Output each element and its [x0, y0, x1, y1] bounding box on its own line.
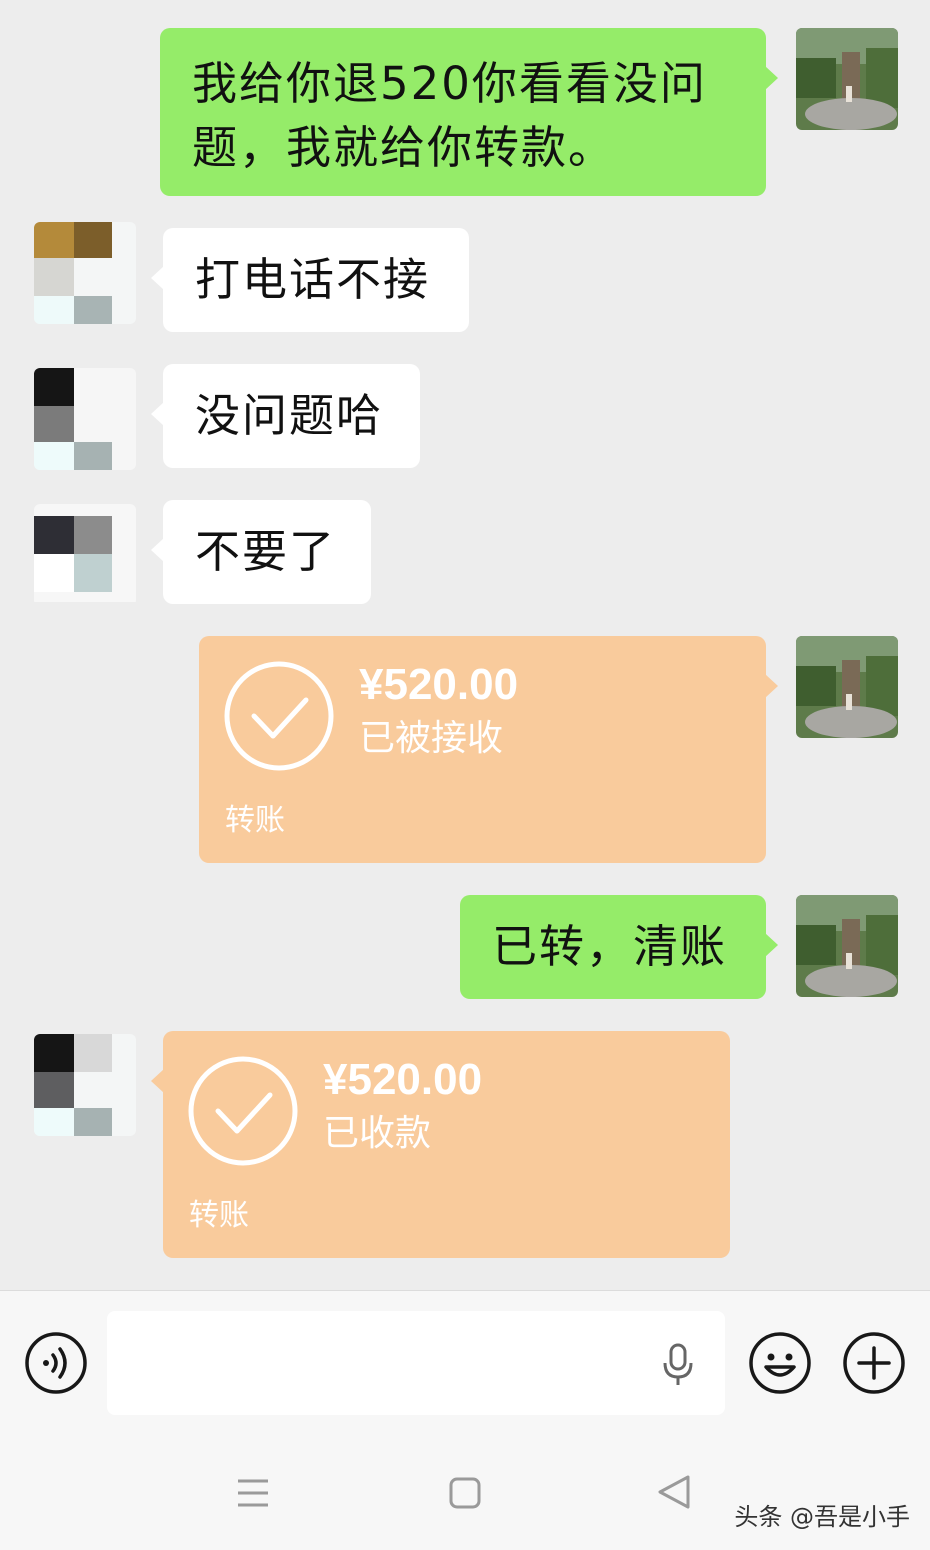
my-avatar[interactable]: [796, 895, 898, 997]
voice-input-toggle-icon[interactable]: [24, 1331, 88, 1395]
message-text: 没问题哈: [195, 389, 384, 442]
more-plus-icon[interactable]: [842, 1331, 906, 1395]
blurred-avatar-icon: [34, 1034, 136, 1136]
transfer-label: 转账: [225, 803, 285, 838]
message-text: 已转，清账: [492, 920, 728, 973]
message-bubble-sent[interactable]: 我给你退520你看看没问 题，我就给你转款。: [160, 28, 778, 196]
transfer-bubble-sent[interactable]: ¥520.00 已被接收 转账: [199, 636, 778, 863]
microphone-icon[interactable]: [658, 1343, 698, 1387]
transfer-status: 已被接收: [359, 718, 504, 759]
message-text: 不要了: [195, 525, 337, 578]
message-bubble-sent[interactable]: 已转，清账: [460, 895, 778, 999]
emoji-icon[interactable]: [748, 1331, 812, 1395]
contact-avatar[interactable]: [34, 222, 136, 324]
avatar-photo-icon: [796, 28, 898, 130]
system-navigation-bar: 头条 @吾是小手: [0, 1440, 930, 1550]
avatar-photo-icon: [796, 895, 898, 997]
my-avatar[interactable]: [796, 28, 898, 130]
input-bar: [0, 1290, 930, 1440]
my-avatar[interactable]: [796, 636, 898, 738]
transfer-bubble-received[interactable]: ¥520.00 已收款 转账: [151, 1031, 730, 1258]
menu-icon[interactable]: [236, 1476, 270, 1510]
check-circle-icon: [224, 661, 334, 771]
message-text: 打电话不接: [195, 253, 431, 306]
chat-area: 我给你退520你看看没问 题，我就给你转款。 打电话不接 没问题哈 不要了 ¥5…: [0, 0, 930, 1290]
message-input[interactable]: [107, 1311, 725, 1415]
contact-avatar[interactable]: [34, 368, 136, 470]
back-icon[interactable]: [656, 1474, 692, 1510]
message-text: 我给你退520你看看没问 题，我就给你转款。: [192, 57, 707, 174]
blurred-avatar-icon: [34, 368, 136, 470]
blurred-avatar-icon: [34, 504, 136, 602]
home-icon[interactable]: [448, 1476, 482, 1510]
contact-avatar[interactable]: [34, 1034, 136, 1136]
transfer-label: 转账: [189, 1198, 249, 1233]
watermark: 头条 @吾是小手: [734, 1503, 910, 1531]
transfer-amount: ¥520.00: [359, 660, 519, 709]
message-bubble-received[interactable]: 打电话不接: [151, 228, 469, 332]
message-bubble-received[interactable]: 没问题哈: [151, 364, 420, 468]
blurred-avatar-icon: [34, 222, 136, 324]
check-circle-icon: [188, 1056, 298, 1166]
contact-avatar[interactable]: [34, 504, 136, 606]
transfer-status: 已收款: [323, 1113, 432, 1154]
message-bubble-received[interactable]: 不要了: [151, 500, 371, 604]
avatar-photo-icon: [796, 636, 898, 738]
transfer-amount: ¥520.00: [323, 1055, 483, 1104]
